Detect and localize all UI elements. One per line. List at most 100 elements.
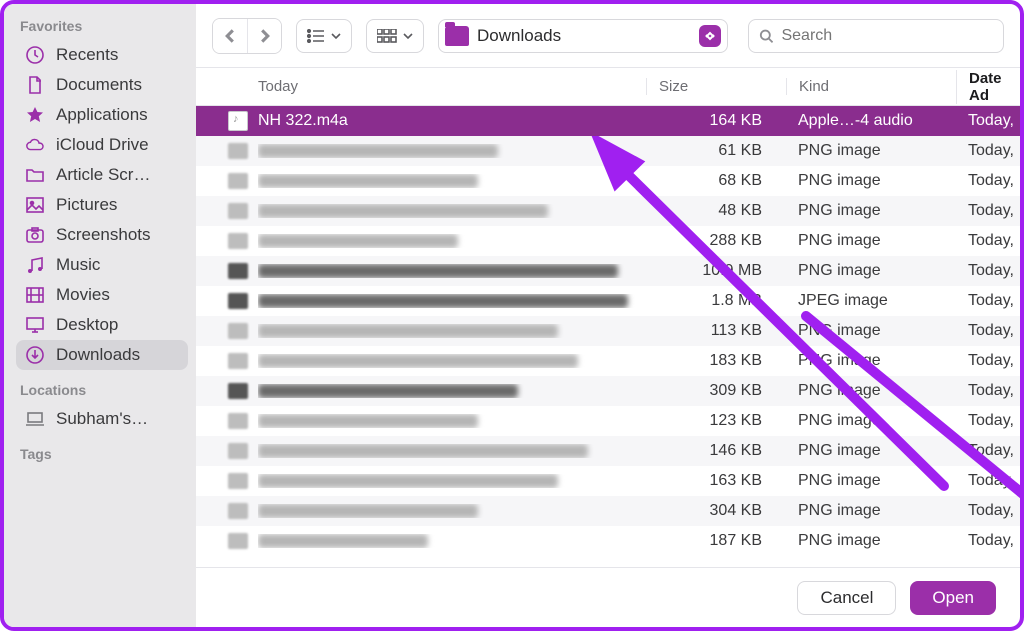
file-date: Today, xyxy=(956,202,1020,220)
file-name-redacted xyxy=(258,144,498,158)
col-date[interactable]: Date Ad xyxy=(956,70,1020,104)
sidebar-item-screenshots[interactable]: Screenshots xyxy=(16,220,188,250)
file-name-redacted xyxy=(258,474,558,488)
film-icon xyxy=(24,284,46,306)
view-grid-button[interactable] xyxy=(366,19,424,53)
search-field[interactable] xyxy=(748,19,1004,53)
file-kind: PNG image xyxy=(786,322,956,340)
file-date: Today, xyxy=(956,502,1020,520)
forward-button[interactable] xyxy=(247,19,281,53)
file-kind: PNG image xyxy=(786,202,956,220)
file-icon xyxy=(228,503,248,519)
col-kind[interactable]: Kind xyxy=(786,78,956,95)
file-row[interactable]: 146 KBPNG imageToday, xyxy=(196,436,1020,466)
file-date: Today, xyxy=(956,112,1020,130)
sidebar-item-applications[interactable]: Applications xyxy=(16,100,188,130)
file-row[interactable]: 123 KBPNG imageToday, xyxy=(196,406,1020,436)
file-row[interactable]: 187 KBPNG imageToday, xyxy=(196,526,1020,556)
sidebar-item-label: Music xyxy=(56,255,100,275)
file-icon xyxy=(228,443,248,459)
sidebar-item-label: Movies xyxy=(56,285,110,305)
file-name-redacted xyxy=(258,324,558,338)
file-row[interactable]: 309 KBPNG imageToday, xyxy=(196,376,1020,406)
file-name-redacted xyxy=(258,174,478,188)
sidebar-item-recents[interactable]: Recents xyxy=(16,40,188,70)
file-row[interactable]: NH 322.m4a164 KBApple…-4 audioToday, xyxy=(196,106,1020,136)
file-name: NH 322.m4a xyxy=(258,112,646,130)
file-name-redacted xyxy=(258,354,578,368)
file-icon xyxy=(228,473,248,489)
laptop-icon xyxy=(24,408,46,430)
file-name-redacted xyxy=(258,414,478,428)
sidebar-location[interactable]: Subham's… xyxy=(16,404,188,434)
desktop-icon xyxy=(24,314,46,336)
file-size: 183 KB xyxy=(646,352,786,370)
main-panel: Downloads Today Size Kind Date Ad NH 322… xyxy=(196,4,1020,627)
back-button[interactable] xyxy=(213,19,247,53)
file-date: Today, xyxy=(956,412,1020,430)
chevron-down-icon xyxy=(331,31,341,41)
file-row[interactable]: 113 KBPNG imageToday, xyxy=(196,316,1020,346)
sidebar-item-label: Pictures xyxy=(56,195,117,215)
file-size: 1.8 MB xyxy=(646,292,786,310)
tags-header: Tags xyxy=(20,446,188,462)
file-row[interactable]: 304 KBPNG imageToday, xyxy=(196,496,1020,526)
sidebar-item-desktop[interactable]: Desktop xyxy=(16,310,188,340)
file-size: 113 KB xyxy=(646,322,786,340)
file-row[interactable]: 163 KBPNG imageToday, xyxy=(196,466,1020,496)
file-row[interactable]: 1.8 MBJPEG imageToday, xyxy=(196,286,1020,316)
favorites-header: Favorites xyxy=(20,18,188,34)
file-name-redacted xyxy=(258,504,478,518)
file-row[interactable]: 48 KBPNG imageToday, xyxy=(196,196,1020,226)
file-date: Today, xyxy=(956,262,1020,280)
sidebar-item-label: Recents xyxy=(56,45,118,65)
file-date: Today, xyxy=(956,472,1020,490)
file-date: Today, xyxy=(956,442,1020,460)
col-name[interactable]: Today xyxy=(196,78,646,95)
file-row[interactable]: 68 KBPNG imageToday, xyxy=(196,166,1020,196)
file-icon xyxy=(228,353,248,369)
file-size: 68 KB xyxy=(646,172,786,190)
sidebar-item-pictures[interactable]: Pictures xyxy=(16,190,188,220)
open-button[interactable]: Open xyxy=(910,581,996,615)
search-input[interactable] xyxy=(781,27,993,45)
sidebar-item-documents[interactable]: Documents xyxy=(16,70,188,100)
col-size[interactable]: Size xyxy=(646,78,786,95)
file-date: Today, xyxy=(956,292,1020,310)
search-icon xyxy=(759,28,773,44)
sidebar-item-article-scr-[interactable]: Article Scr… xyxy=(16,160,188,190)
file-date: Today, xyxy=(956,382,1020,400)
sidebar: Favorites Recents DocumentsApplicationsiC… xyxy=(4,4,196,627)
file-kind: PNG image xyxy=(786,172,956,190)
file-size: 163 KB xyxy=(646,472,786,490)
file-row[interactable]: 183 KBPNG imageToday, xyxy=(196,346,1020,376)
sidebar-item-downloads[interactable]: Downloads xyxy=(16,340,188,370)
file-size: 288 KB xyxy=(646,232,786,250)
file-row[interactable]: 10.9 MBPNG imageToday, xyxy=(196,256,1020,286)
file-kind: Apple…-4 audio xyxy=(786,112,956,130)
sidebar-item-label: Downloads xyxy=(56,345,140,365)
location-popup[interactable]: Downloads xyxy=(438,19,728,53)
file-name-redacted xyxy=(258,534,428,548)
sidebar-item-music[interactable]: Music xyxy=(16,250,188,280)
file-size: 61 KB xyxy=(646,142,786,160)
file-icon xyxy=(228,263,248,279)
file-icon xyxy=(228,413,248,429)
sidebar-item-icloud-drive[interactable]: iCloud Drive xyxy=(16,130,188,160)
file-list[interactable]: NH 322.m4a164 KBApple…-4 audioToday,61 K… xyxy=(196,106,1020,567)
file-row[interactable]: 288 KBPNG imageToday, xyxy=(196,226,1020,256)
view-list-button[interactable] xyxy=(296,19,352,53)
file-size: 304 KB xyxy=(646,502,786,520)
file-icon xyxy=(228,323,248,339)
toolbar: Downloads xyxy=(196,4,1020,68)
location-label: Downloads xyxy=(477,26,561,46)
column-headers: Today Size Kind Date Ad xyxy=(196,68,1020,106)
file-name-redacted xyxy=(258,294,628,308)
file-size: 164 KB xyxy=(646,112,786,130)
cancel-button[interactable]: Cancel xyxy=(797,581,896,615)
file-row[interactable]: 61 KBPNG imageToday, xyxy=(196,136,1020,166)
file-kind: PNG image xyxy=(786,502,956,520)
file-icon xyxy=(228,233,248,249)
file-kind: JPEG image xyxy=(786,292,956,310)
sidebar-item-movies[interactable]: Movies xyxy=(16,280,188,310)
